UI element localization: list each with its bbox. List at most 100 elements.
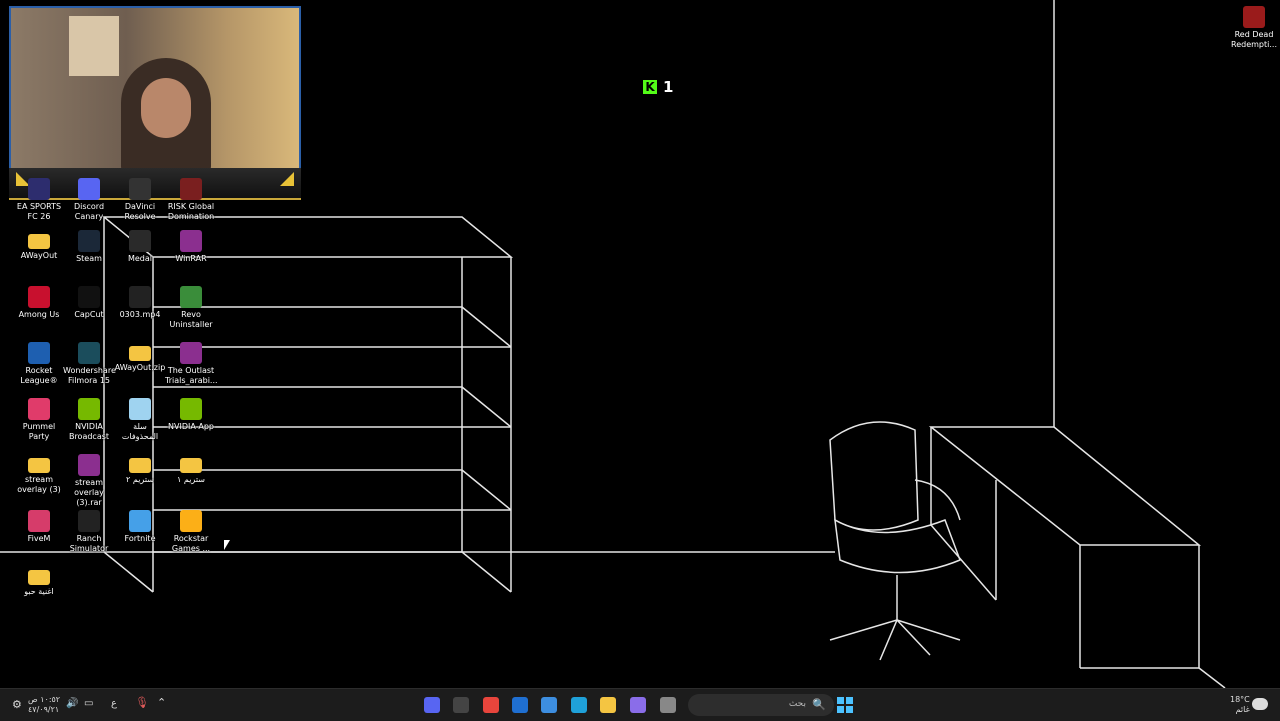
app-icon xyxy=(78,398,100,420)
desktop-icon[interactable]: ستريم ٢ xyxy=(114,454,166,485)
search-box[interactable]: بحث 🔍 xyxy=(688,694,834,716)
app-icon xyxy=(78,510,100,532)
desktop-icon-label: Steam xyxy=(76,254,102,263)
desktop-icon[interactable]: FiveM xyxy=(13,510,65,544)
taskbar: ⚙ ١٠:٥٢ ص ٤٧/٠٩/٢١ 🔊 ▭ ع 🎙 ⌃ بحث 🔍 18°C … xyxy=(0,688,1280,721)
desktop-icon[interactable]: NVIDIA App xyxy=(165,398,217,432)
display-icon[interactable]: ▭ xyxy=(84,699,93,709)
desktop-icon-label: ستريم ٢ xyxy=(126,475,154,484)
desktop-icon[interactable]: stream overlay (3) xyxy=(13,454,65,495)
discord-icon[interactable] xyxy=(424,697,440,713)
desktop-icon[interactable]: AWayOut xyxy=(13,230,65,261)
desktop-icon[interactable]: 0303.mp4 xyxy=(114,286,166,320)
desktop-icon-label: اغنية حبو xyxy=(24,587,54,596)
desktop-icon[interactable]: Steam xyxy=(63,230,115,264)
volume-icon[interactable]: 🔊 xyxy=(66,699,78,709)
desktop-icon[interactable]: Among Us xyxy=(13,286,65,320)
desktop-icon[interactable]: WinRAR xyxy=(165,230,217,264)
desktop-icon[interactable]: NVIDIA Broadcast xyxy=(63,398,115,442)
app-icon xyxy=(78,230,100,252)
desktop-icon[interactable]: Red Dead Redempti... xyxy=(1228,6,1280,50)
folder-icon xyxy=(180,458,202,473)
desktop-icon-label: AWayOut.zip xyxy=(114,363,166,372)
chevron-up-icon[interactable]: ⌃ xyxy=(157,697,166,708)
weather-temp: 18°C xyxy=(1230,695,1250,704)
app-icon xyxy=(78,454,100,476)
desktop-icon-label: Rockstar Games ... xyxy=(171,534,211,553)
desktop-icon-label: stream overlay (3) xyxy=(17,475,61,494)
clock-date: ٤٧/٠٩/٢١ xyxy=(28,705,60,714)
desktop-icon-label: سلة المحذوفات xyxy=(121,422,159,441)
desktop-icon[interactable]: Wondershare Filmora 15 xyxy=(63,342,116,386)
desktop-icon[interactable]: Fortnite xyxy=(114,510,166,544)
desktop-icon[interactable]: Rockstar Games ... xyxy=(165,510,217,554)
kick-logo-icon: K xyxy=(643,80,657,94)
app-icon xyxy=(180,398,202,420)
microphone-icon[interactable]: 🎙 xyxy=(135,697,149,708)
desktop-icon[interactable]: stream overlay (3).rar xyxy=(63,454,115,508)
folder-icon xyxy=(28,234,50,249)
desktop-icon-label: FiveM xyxy=(27,534,51,543)
edge-icon[interactable] xyxy=(571,697,587,713)
desktop-icon[interactable]: سلة المحذوفات xyxy=(114,398,166,442)
app-icon xyxy=(180,342,202,364)
language-indicator[interactable]: ع xyxy=(111,699,117,709)
app-icon xyxy=(180,510,202,532)
desktop-icon-label: AWayOut xyxy=(20,251,58,260)
desktop-icon[interactable]: Pummel Party xyxy=(13,398,65,442)
folder-icon xyxy=(28,458,50,473)
taskview-icon[interactable] xyxy=(660,697,676,713)
app-icon xyxy=(28,510,50,532)
desktop-icon-label: Ranch Simulator xyxy=(69,534,109,553)
app-icon xyxy=(78,178,100,200)
davinci-icon[interactable] xyxy=(453,697,469,713)
app-icon xyxy=(180,230,202,252)
search-icon: 🔍 xyxy=(812,698,826,711)
desktop-icon-label: stream overlay (3).rar xyxy=(74,478,104,507)
desktop-icon[interactable]: EA SPORTS FC 26 xyxy=(13,178,65,222)
desktop-icon-label: Pummel Party xyxy=(22,422,56,441)
mouse-cursor xyxy=(224,540,230,550)
app-icon xyxy=(129,510,151,532)
desktop-icon-label: Discord Canary xyxy=(73,202,105,221)
desktop-icon[interactable]: اغنية حبو xyxy=(13,566,65,597)
desktop-icon[interactable]: Discord Canary xyxy=(63,178,115,222)
desktop-icon-label: Wondershare Filmora 15 xyxy=(63,366,116,385)
kick-viewer-count: 1 xyxy=(663,78,674,96)
desktop-icon[interactable]: The Outlast Trials_arabi... xyxy=(165,342,218,386)
desktop-icon[interactable]: RISK Global Domination xyxy=(165,178,217,222)
desktop-icon[interactable]: ستريم ١ xyxy=(165,454,217,485)
frame-accent-right xyxy=(266,172,294,186)
desktop-icon[interactable]: AWayOut.zip xyxy=(114,342,166,373)
search-placeholder: بحث xyxy=(788,699,806,709)
clock[interactable]: ١٠:٥٢ ص ٤٧/٠٩/٢١ xyxy=(28,695,60,715)
cloud-icon[interactable] xyxy=(1252,698,1268,710)
store-icon[interactable] xyxy=(541,697,557,713)
desktop-icon-label: The Outlast Trials_arabi... xyxy=(165,366,218,385)
desktop-icon-label: RISK Global Domination xyxy=(167,202,215,221)
desktop-icon-label: 0303.mp4 xyxy=(119,310,161,319)
desktop-icon[interactable]: Revo Uninstaller xyxy=(165,286,217,330)
chrome-icon[interactable] xyxy=(483,697,499,713)
desktop-icon-label: DaVinci Resolve xyxy=(124,202,156,221)
desktop-icon[interactable]: Rocket League® xyxy=(13,342,65,386)
desktop-icon-label: Revo Uninstaller xyxy=(169,310,213,329)
app-icon xyxy=(28,342,50,364)
desktop-icon[interactable]: CapCut xyxy=(63,286,115,320)
windows-start-button[interactable] xyxy=(837,697,853,713)
app-icon xyxy=(180,178,202,200)
weather-status[interactable]: 18°C غائم xyxy=(1230,695,1250,715)
network-icon[interactable]: ⚙ xyxy=(12,699,22,710)
outlook-icon[interactable] xyxy=(512,697,528,713)
explorer-icon[interactable] xyxy=(600,697,616,713)
desktop-icon[interactable]: DaVinci Resolve xyxy=(114,178,166,222)
clock-time: ١٠:٥٢ ص xyxy=(28,695,61,704)
app-icon xyxy=(28,178,50,200)
folder-icon xyxy=(129,458,151,473)
desktop-icon-label: Red Dead Redempti... xyxy=(1231,30,1277,49)
app-icon xyxy=(129,398,151,420)
app-icon xyxy=(78,286,100,308)
copilot-icon[interactable] xyxy=(630,697,646,713)
desktop-icon[interactable]: Medal xyxy=(114,230,166,264)
desktop-icon[interactable]: Ranch Simulator xyxy=(63,510,115,554)
